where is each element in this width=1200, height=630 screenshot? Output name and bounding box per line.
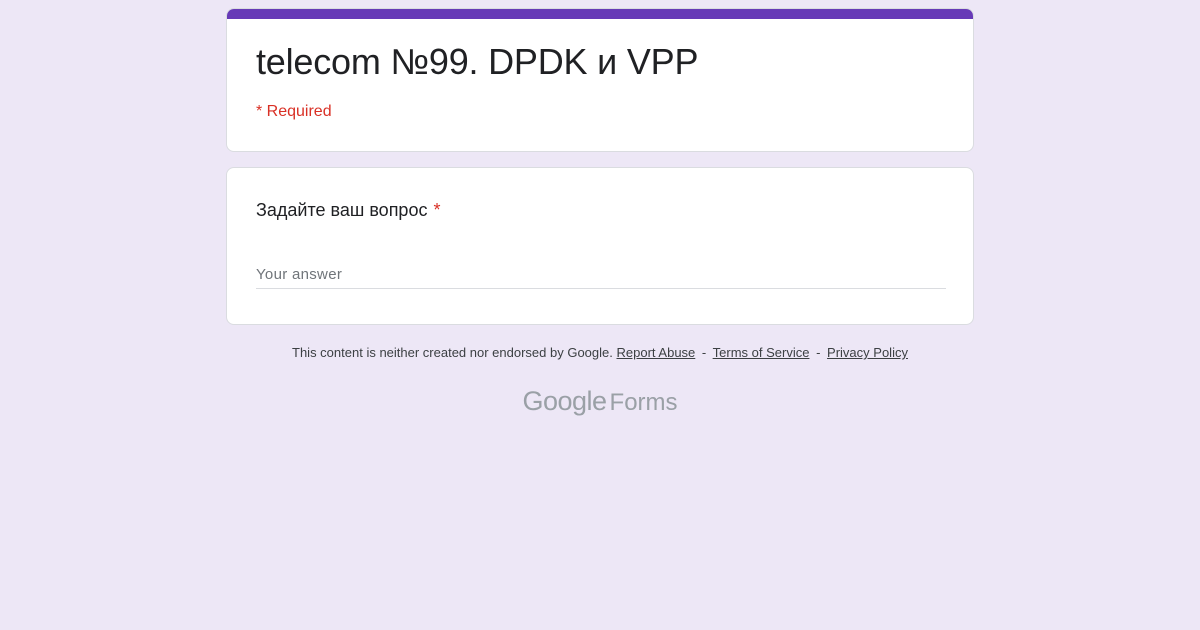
form-header-card: telecom №99. DPDK и VPP * Required — [226, 8, 974, 152]
separator: - — [701, 345, 707, 360]
accent-bar — [227, 9, 973, 19]
google-wordmark: Google — [522, 386, 607, 416]
answer-input[interactable] — [256, 260, 946, 289]
terms-of-service-link[interactable]: Terms of Service — [713, 345, 810, 360]
required-note: * Required — [256, 103, 332, 120]
disclaimer-text: This content is neither created nor endo… — [292, 345, 613, 360]
report-abuse-link[interactable]: Report Abuse — [617, 345, 696, 360]
form-page: telecom №99. DPDK и VPP * Required Задай… — [0, 0, 1200, 630]
footer-disclaimer: This content is neither created nor endo… — [0, 345, 1200, 360]
separator: - — [816, 345, 821, 360]
google-forms-logo[interactable]: Google Forms — [0, 386, 1200, 417]
forms-wordmark: Forms — [609, 389, 678, 416]
form-title: telecom №99. DPDK и VPP — [256, 41, 699, 82]
required-star: * — [433, 200, 441, 220]
privacy-policy-link[interactable]: Privacy Policy — [827, 345, 908, 360]
question-title: Задайте ваш вопрос * — [256, 200, 440, 221]
question-card: Задайте ваш вопрос * — [226, 167, 974, 325]
question-label: Задайте ваш вопрос — [256, 200, 428, 220]
